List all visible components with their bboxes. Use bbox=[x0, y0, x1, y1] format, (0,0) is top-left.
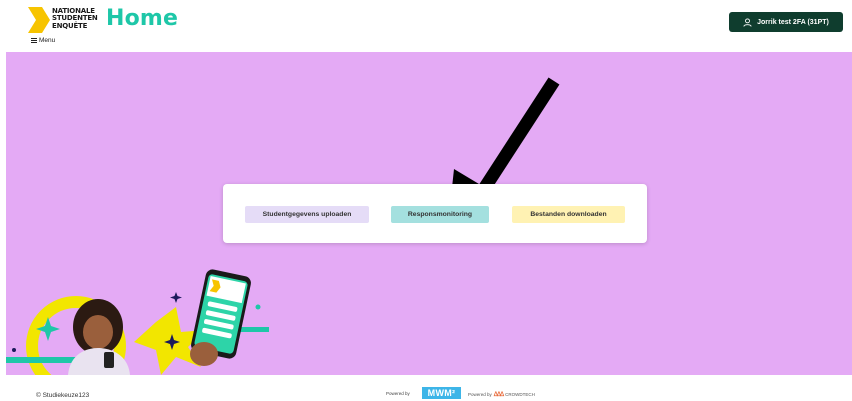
student-phone-illustration bbox=[6, 269, 269, 375]
download-files-button[interactable]: Bestanden downloaden bbox=[512, 206, 625, 223]
page: NATIONALE STUDENTEN ENQUÊTE Home Menu Jo… bbox=[0, 0, 852, 401]
response-monitoring-button[interactable]: Responsmonitoring bbox=[391, 206, 489, 223]
page-title: Home bbox=[106, 6, 179, 31]
logo-text: NATIONALE STUDENTEN ENQUÊTE bbox=[52, 7, 98, 30]
actions-card: Studentgegevens uploaden Responsmonitori… bbox=[223, 184, 647, 243]
user-icon bbox=[743, 17, 752, 27]
menu-button[interactable]: Menu bbox=[31, 37, 55, 44]
logo-mark-icon bbox=[28, 7, 50, 33]
powered-by-text-1: Powered by bbox=[386, 391, 410, 396]
crowdtech-label: CROWDTECH bbox=[505, 392, 535, 397]
hamburger-icon bbox=[31, 38, 37, 43]
footer: © Studiekeuze123 Powered by MWM² Powered… bbox=[0, 375, 852, 401]
main-area: Studentgegevens uploaden Responsmonitori… bbox=[6, 52, 852, 375]
powered-by-text-2: Powered by bbox=[468, 392, 492, 397]
user-account-button[interactable]: Jorrik test 2FA (31PT) bbox=[729, 12, 843, 32]
powered-by-crowdtech[interactable]: Powered by ᐃᐃᐃ CROWDTECH bbox=[468, 391, 535, 398]
upload-student-data-button[interactable]: Studentgegevens uploaden bbox=[245, 206, 369, 223]
menu-label: Menu bbox=[39, 37, 56, 44]
logo-line-3: ENQUÊTE bbox=[52, 21, 88, 30]
header: NATIONALE STUDENTEN ENQUÊTE Home Menu Jo… bbox=[0, 0, 852, 52]
user-button-label: Jorrik test 2FA (31PT) bbox=[757, 18, 829, 26]
crowdtech-logo-icon: ᐃᐃᐃ bbox=[493, 392, 504, 398]
nse-logo[interactable]: NATIONALE STUDENTEN ENQUÊTE bbox=[28, 7, 100, 33]
mwm-logo[interactable]: MWM² bbox=[422, 387, 461, 399]
copyright-text: © Studiekeuze123 bbox=[36, 392, 90, 399]
